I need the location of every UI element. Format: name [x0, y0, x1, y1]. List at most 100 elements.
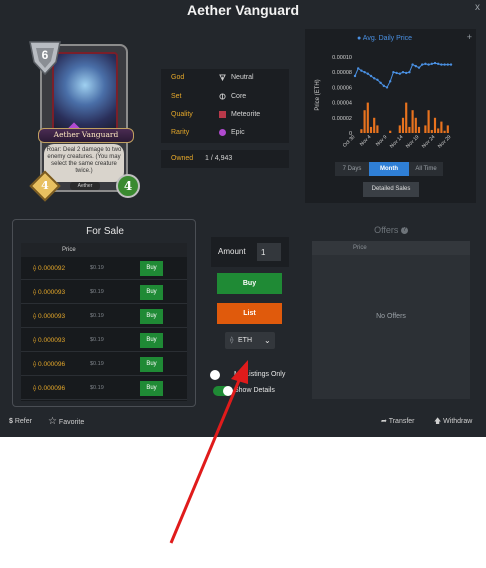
buy-listing-button[interactable]: Buy — [140, 261, 163, 276]
show-details-label: Show Details — [234, 387, 275, 394]
price-point — [379, 81, 382, 85]
x-tick-label: Oct 30 — [342, 134, 357, 149]
neutral-god-icon — [219, 74, 226, 81]
listing-usd: $0.19 — [90, 313, 104, 319]
price-point — [401, 71, 405, 74]
withdraw-link[interactable]: 🡅 Withdraw — [434, 416, 472, 428]
no-offers-message: No Offers — [376, 313, 406, 320]
x-tick-label: Nov 9 — [375, 134, 389, 148]
info-key: Rarity — [171, 129, 190, 136]
price-point — [389, 80, 392, 83]
favorite-link[interactable]: ☆ Favorite — [48, 416, 84, 429]
currency-select[interactable]: ⟠ ETH ⌄ — [225, 332, 275, 349]
range-7-days[interactable]: 7 Days — [335, 162, 369, 176]
table-header: Price — [312, 241, 470, 255]
mana-cost-value: 6 — [42, 48, 49, 62]
amount-label: Amount — [218, 247, 246, 256]
listing-usd: $0.19 — [90, 265, 104, 271]
my-listings-toggle[interactable] — [210, 370, 230, 380]
info-row-god: God Neutral — [161, 69, 289, 87]
info-icon: ? — [400, 227, 408, 235]
table-row: ⟠ 0.000093 $0.19 Buy — [21, 329, 187, 352]
close-icon[interactable]: x — [475, 2, 480, 13]
price-point — [443, 63, 446, 66]
my-listings-label: My Listings Only — [234, 371, 286, 378]
y-tick-label: 0.00004 — [332, 101, 352, 107]
card-image: 6 Aether Vanguard Roar: Deal 2 damage to… — [28, 40, 140, 202]
buy-listing-button[interactable]: Buy — [140, 357, 163, 372]
modal-title: Aether Vanguard — [186, 2, 300, 18]
table-row: ⟠ 0.000093 $0.19 Buy — [21, 305, 187, 328]
price-point — [411, 63, 414, 66]
currency-value: ETH — [238, 337, 252, 344]
listing-usd: $0.19 — [90, 289, 104, 295]
volume-bar — [430, 129, 433, 133]
price-point — [408, 71, 411, 74]
buy-button[interactable]: Buy — [217, 273, 282, 294]
list-button[interactable]: List — [217, 303, 282, 324]
price-point — [366, 72, 369, 75]
listing-usd: $0.19 — [90, 385, 104, 391]
volume-bar — [414, 117, 417, 133]
card-detail-modal: Aether Vanguard x 6 Aether Vanguard Roar… — [0, 0, 486, 437]
price-point — [385, 86, 389, 89]
price-point — [433, 61, 437, 65]
show-details-toggle[interactable] — [213, 386, 233, 396]
health-icon: 4 — [116, 174, 140, 198]
volume-bar — [424, 125, 427, 133]
amount-box: Amount — [211, 237, 289, 267]
volume-bar — [427, 110, 430, 133]
epic-rarity-icon — [219, 129, 226, 136]
meteorite-quality-icon — [219, 111, 226, 118]
volume-bar — [366, 102, 369, 133]
volume-bar — [433, 117, 437, 133]
listing-price: ⟠ 0.000093 — [33, 337, 66, 344]
x-tick-label: Nov 4 — [359, 134, 373, 148]
card-tribe: Aether — [70, 182, 100, 190]
price-point — [376, 78, 379, 81]
star-icon: ☆ — [48, 416, 57, 427]
owned-value: 1 / 4,943 — [205, 155, 233, 162]
transfer-link[interactable]: ➦ Transfer — [381, 416, 415, 428]
info-row-rarity: Rarity Epic — [161, 124, 289, 142]
table-row: ⟠ 0.000096 $0.19 Buy — [21, 353, 187, 376]
price-column-header: Price — [353, 245, 367, 251]
info-key: Set — [171, 93, 182, 100]
for-sale-title: For Sale — [86, 226, 124, 237]
amount-input[interactable] — [257, 243, 281, 261]
listing-price: ⟠ 0.000092 — [33, 265, 66, 272]
share-icon: ➦ — [381, 418, 387, 425]
info-row-set: Set Core — [161, 88, 289, 106]
buy-listing-button[interactable]: Buy — [140, 309, 163, 324]
buy-listing-button[interactable]: Buy — [140, 285, 163, 300]
y-tick-label: 0.00002 — [332, 116, 352, 122]
y-tick-label: 0.00010 — [332, 55, 352, 61]
volume-bar — [363, 110, 366, 133]
for-sale-section: For Sale Price ⟠ 0.000092 $0.19 Buy ⟠ 0.… — [12, 219, 196, 407]
owned-key: Owned — [171, 155, 194, 162]
for-sale-table: Price ⟠ 0.000092 $0.19 Buy ⟠ 0.000093 $0… — [21, 243, 187, 401]
refer-link[interactable]: $ Refer — [9, 416, 32, 428]
range-all-time[interactable]: All Time — [409, 162, 443, 176]
price-point — [369, 74, 373, 78]
price-chart: Price (ETH) 0.00010 0.00008 0.00006 0.00004 0… — [315, 55, 453, 150]
buy-listing-button[interactable]: Buy — [140, 333, 163, 348]
price-point — [392, 71, 395, 74]
card-info-table: God Neutral Set Core Quality Meteorite R… — [161, 69, 289, 143]
detailed-sales-button[interactable]: Detailed Sales — [363, 182, 419, 197]
range-month[interactable]: Month — [369, 162, 409, 176]
price-point — [446, 63, 449, 66]
info-value: Epic — [231, 129, 245, 136]
volume-bar — [437, 128, 440, 133]
y-tick-label: 0.00006 — [332, 85, 352, 91]
card-name-banner: Aether Vanguard — [38, 128, 134, 143]
volume-bar — [401, 117, 405, 133]
listing-price: ⟠ 0.000093 — [33, 313, 66, 320]
price-point — [414, 64, 417, 68]
info-key: Quality — [171, 111, 193, 118]
listing-price: ⟠ 0.000096 — [33, 361, 66, 368]
arrow-up-icon: 🡅 — [434, 418, 442, 425]
buy-listing-button[interactable]: Buy — [140, 381, 163, 396]
volume-bar — [376, 125, 379, 133]
price-point — [395, 71, 398, 75]
